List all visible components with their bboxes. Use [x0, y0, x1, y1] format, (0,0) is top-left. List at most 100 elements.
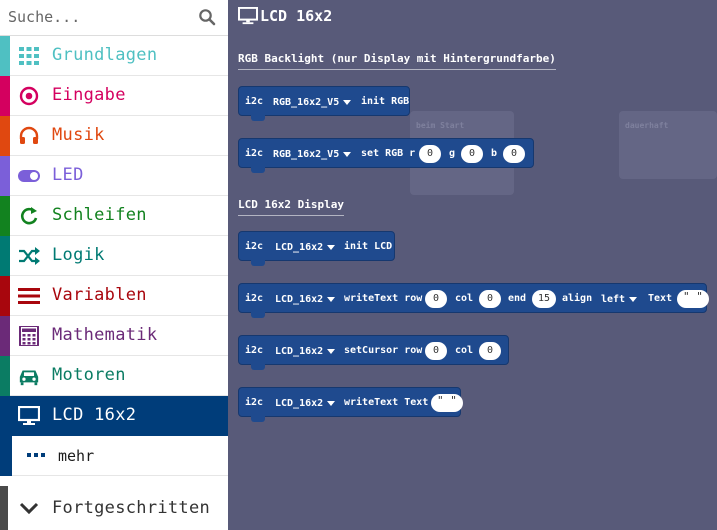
rgb-b-input[interactable]: 0 [503, 145, 525, 163]
block-prefix: i2c [245, 241, 264, 252]
category-logik[interactable]: Logik [0, 236, 228, 276]
block-notch [251, 115, 265, 121]
category-color-bar [0, 356, 10, 396]
category-color-bar [0, 236, 10, 276]
block-text: init LCD [344, 241, 393, 252]
category-color-bar [0, 276, 10, 316]
category-eingabe[interactable]: Eingabe [0, 76, 228, 116]
block-prefix: i2c [245, 397, 264, 408]
search-icon[interactable] [198, 8, 216, 26]
monitor-icon [18, 406, 40, 425]
category-label: Grundlagen [52, 45, 158, 65]
car-icon [19, 370, 39, 386]
section-rgb-backlight: RGB Backlight (nur Display mit Hintergru… [238, 52, 556, 70]
search-input[interactable] [8, 4, 192, 30]
section-label: RGB Backlight (nur Display mit Hintergru… [238, 52, 556, 65]
category-color-bar [0, 76, 10, 116]
ellipsis-icon [27, 453, 45, 457]
block-dropdown[interactable]: LCD_16x2 [271, 292, 340, 308]
chevron-down-icon [19, 502, 39, 515]
row-input[interactable]: 0 [425, 342, 447, 360]
end-input[interactable]: 15 [532, 290, 557, 308]
ghost-start-label: beim Start [416, 121, 465, 130]
block-text: setCursor row [344, 345, 423, 356]
block-dropdown[interactable]: RGB_16x2_V5 [269, 147, 356, 163]
block-set-cursor[interactable]: i2c LCD_16x2 setCursor row 0 col 0 [238, 335, 509, 370]
block-notch [251, 167, 265, 173]
col-input[interactable]: 0 [479, 290, 501, 308]
section-underline [238, 69, 556, 70]
block-notch [251, 312, 265, 318]
category-color-bar [0, 196, 10, 236]
advanced-toggle[interactable]: Fortgeschritten [0, 486, 228, 530]
category-label: Logik [52, 245, 105, 265]
category-grundlagen[interactable]: Grundlagen [0, 36, 228, 76]
category-motoren[interactable]: Motoren [0, 356, 228, 396]
block-dropdown[interactable]: LCD_16x2 [271, 344, 340, 360]
block-write-text-row[interactable]: i2c LCD_16x2 writeText row 0 col 0 end 1… [238, 283, 709, 318]
block-notch [251, 260, 265, 266]
target-icon [19, 86, 39, 106]
search-box [0, 0, 228, 36]
block-text: Text [648, 293, 673, 304]
more-label: mehr [58, 447, 95, 465]
block-text: col [455, 293, 474, 304]
align-dropdown[interactable]: left [597, 292, 642, 308]
block-text: align [562, 293, 593, 304]
block-text: b [491, 148, 498, 159]
block-prefix: i2c [245, 345, 264, 356]
section-label: LCD 16x2 Display [238, 198, 344, 211]
category-label: LCD 16x2 [52, 405, 137, 425]
headphones-icon [19, 126, 39, 144]
category-label: Variablen [52, 285, 147, 305]
ghost-forever-label: dauerhaft [625, 121, 669, 130]
ghost-forever-block: dauerhaft [619, 111, 717, 179]
category-lcd-16x2[interactable]: LCD 16x2 [0, 396, 228, 436]
block-dropdown[interactable]: RGB_16x2_V5 [269, 95, 356, 111]
category-schleifen[interactable]: Schleifen [0, 196, 228, 236]
more-subcategory[interactable]: mehr [0, 436, 228, 476]
category-mathematik[interactable]: Mathematik [0, 316, 228, 356]
block-notch [251, 416, 265, 422]
loop-icon [21, 207, 38, 225]
flyout-title-label: LCD 16x2 [260, 7, 333, 25]
category-color-bar [0, 436, 12, 476]
category-color-bar [0, 156, 10, 196]
block-text: end [508, 293, 527, 304]
category-color-bar [0, 36, 10, 76]
block-init-lcd[interactable]: i2c LCD_16x2 init LCD [238, 231, 395, 266]
category-led[interactable]: LED [0, 156, 228, 196]
col-input[interactable]: 0 [479, 342, 501, 360]
text-input[interactable]: " " [677, 290, 709, 308]
rgb-r-input[interactable]: 0 [419, 145, 441, 163]
advanced-label: Fortgeschritten [52, 498, 211, 518]
block-flyout: beim Start dauerhaft LCD 16x2 RGB Backli… [228, 0, 717, 530]
block-text: writeText Text [344, 397, 429, 408]
category-label: Motoren [52, 365, 126, 385]
category-musik[interactable]: Musik [0, 116, 228, 156]
rgb-g-input[interactable]: 0 [461, 145, 483, 163]
category-variablen[interactable]: Variablen [0, 276, 228, 316]
block-prefix: i2c [245, 293, 264, 304]
block-dropdown[interactable]: LCD_16x2 [271, 240, 340, 256]
category-label: Mathematik [52, 325, 158, 345]
block-dropdown[interactable]: LCD_16x2 [271, 396, 340, 412]
category-color-bar [0, 116, 10, 156]
section-underline [238, 215, 344, 216]
shuffle-icon [19, 247, 40, 265]
row-input[interactable]: 0 [425, 290, 447, 308]
category-color-bar [0, 316, 10, 356]
text-input[interactable]: " " [431, 394, 463, 412]
section-lcd-display: LCD 16x2 Display [238, 198, 344, 216]
category-label: Schleifen [52, 205, 147, 225]
block-write-text[interactable]: i2c LCD_16x2 writeText Text " " [238, 387, 463, 422]
category-label: LED [52, 165, 84, 185]
block-text: col [455, 345, 474, 356]
category-label: Eingabe [52, 85, 126, 105]
monitor-icon [238, 7, 258, 25]
block-init-rgb[interactable]: i2c RGB_16x2_V5 init RGB [238, 86, 410, 121]
lines-icon [18, 288, 40, 304]
block-set-rgb[interactable]: i2c RGB_16x2_V5 set RGB r 0 g 0 b 0 [238, 138, 534, 173]
block-text: set RGB r [361, 148, 416, 159]
block-text: init RGB [361, 96, 410, 107]
